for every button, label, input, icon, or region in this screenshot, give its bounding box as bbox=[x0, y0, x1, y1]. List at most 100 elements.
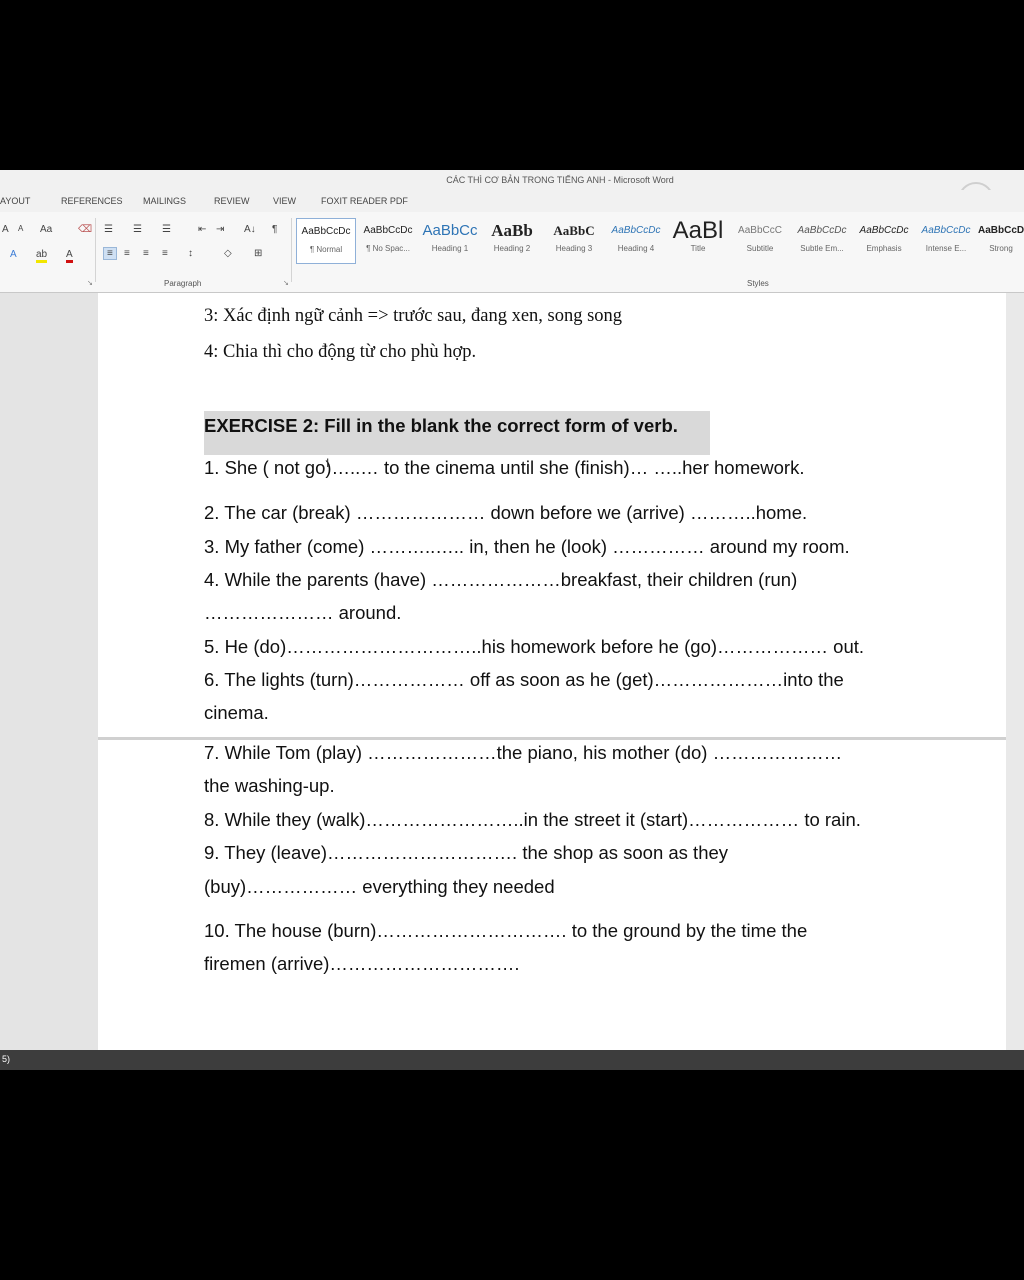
font-color-button[interactable]: A bbox=[66, 249, 73, 263]
tab-foxit-reader-pdf[interactable]: FOXIT READER PDF bbox=[321, 196, 408, 206]
tab-references[interactable]: REFERENCES bbox=[61, 196, 123, 206]
style-intense-emphasis[interactable]: AaBbCcDc Intense E... bbox=[916, 218, 976, 264]
exercise-heading-text: EXERCISE 2: Fill in the blank the correc… bbox=[204, 415, 678, 436]
paragraph-dialog-launcher-icon[interactable]: ↘ bbox=[283, 279, 289, 287]
grow-font-button[interactable]: A bbox=[2, 224, 9, 235]
style-name: Heading 3 bbox=[555, 244, 593, 253]
style-sample: AaBl bbox=[672, 218, 724, 244]
style-sample: AaBbCcC bbox=[738, 225, 782, 236]
status-text: 5) bbox=[2, 1054, 11, 1064]
question-3: 3. My father (come) ………..….. in, then he… bbox=[204, 536, 850, 557]
highlight-color-button[interactable]: ab bbox=[36, 249, 48, 263]
ribbon: A A Aa ⌫ A ab A ↘ ☰ ☰ ☰ ⇤ ⇥ A↓ ¶ ≡ ≡ ≡ ≡… bbox=[0, 212, 1024, 293]
style-heading-4[interactable]: AaBbCcDc Heading 4 bbox=[606, 218, 666, 264]
style-name: Intense E... bbox=[925, 244, 967, 253]
style-sample: AaBbCcDc bbox=[921, 225, 971, 236]
font-dialog-launcher-icon[interactable]: ↘ bbox=[87, 279, 93, 287]
style-sample: AaBbCcDc bbox=[611, 225, 661, 236]
paragraph-group-label: Paragraph bbox=[164, 279, 202, 288]
align-right-button[interactable]: ≡ bbox=[143, 248, 149, 259]
page[interactable]: 3: Xác định ngữ cảnh => trước sau, đang … bbox=[98, 293, 1006, 737]
window-title: CÁC THÌ CƠ BẢN TRONG TIẾNG ANH - Microso… bbox=[446, 175, 674, 185]
question-9-continued: (buy)……………… everything they needed bbox=[204, 876, 555, 897]
align-center-button[interactable]: ≡ bbox=[124, 248, 130, 259]
style-name: Subtle Em... bbox=[800, 244, 844, 253]
tab-view[interactable]: VIEW bbox=[273, 196, 296, 206]
style-sample: AaBb bbox=[491, 221, 533, 240]
style-sample: AaBbCcDc bbox=[797, 225, 847, 236]
sort-button[interactable]: A↓ bbox=[244, 224, 256, 235]
question-4-continued: ………………… around. bbox=[204, 602, 402, 623]
style-sample: AaBbCcDc bbox=[363, 225, 413, 236]
style-name: Emphasis bbox=[866, 244, 902, 253]
question-5: 5. He (do)…………………………..his homework befor… bbox=[204, 636, 865, 657]
style-name: ¶ No Spac... bbox=[366, 244, 410, 253]
question-7-continued: the washing-up. bbox=[204, 775, 335, 796]
style-name: ¶ Normal bbox=[309, 245, 343, 254]
shading-button[interactable]: ◇ bbox=[224, 248, 232, 259]
style-no-spacing[interactable]: AaBbCcDc ¶ No Spac... bbox=[358, 218, 418, 264]
line-spacing-button[interactable]: ↕ bbox=[188, 248, 193, 259]
text-effects-button[interactable]: A bbox=[10, 249, 17, 260]
word-window: CÁC THÌ CƠ BẢN TRONG TIẾNG ANH - Microso… bbox=[0, 170, 1024, 1070]
ribbon-tabs: AYOUT REFERENCES MAILINGS REVIEW VIEW FO… bbox=[0, 190, 1024, 212]
clear-formatting-icon[interactable]: ⌫ bbox=[78, 224, 92, 235]
style-strong[interactable]: AaBbCcD Strong bbox=[978, 218, 1024, 264]
style-title[interactable]: AaBl Title bbox=[668, 218, 728, 264]
group-divider bbox=[95, 218, 96, 282]
style-subtle-emphasis[interactable]: AaBbCcDc Subtle Em... bbox=[792, 218, 852, 264]
increase-indent-button[interactable]: ⇥ bbox=[216, 224, 224, 235]
bullets-button[interactable]: ☰ bbox=[104, 224, 113, 235]
question-8: 8. While they (walk)……………………..in the str… bbox=[204, 809, 861, 830]
style-name: Strong bbox=[989, 244, 1013, 253]
decrease-indent-button[interactable]: ⇤ bbox=[198, 224, 206, 235]
multilevel-list-button[interactable]: ☰ bbox=[162, 224, 171, 235]
text-cursor-icon: I bbox=[326, 456, 330, 470]
question-4: 4. While the parents (have) …………………break… bbox=[204, 569, 798, 590]
question-10-continued: firemen (arrive)…………………………. bbox=[204, 953, 520, 974]
vertical-scrollbar[interactable] bbox=[1006, 293, 1024, 1050]
borders-button[interactable]: ⊞ bbox=[254, 248, 262, 259]
shrink-font-button[interactable]: A bbox=[18, 224, 23, 233]
step-4-text: 4: Chia thì cho động từ cho phù hợp. bbox=[204, 342, 477, 362]
question-2: 2. The car (break) ………………… down before w… bbox=[204, 502, 808, 523]
tab-mailings[interactable]: MAILINGS bbox=[143, 196, 186, 206]
style-heading-3[interactable]: AaBbC Heading 3 bbox=[544, 218, 604, 264]
question-6-continued: cinema. bbox=[204, 702, 269, 723]
styles-group-label: Styles bbox=[747, 279, 769, 288]
page[interactable]: 7. While Tom (play) …………………the piano, hi… bbox=[98, 740, 1006, 1050]
tab-layout[interactable]: AYOUT bbox=[0, 196, 30, 206]
style-sample: AaBbCcD bbox=[978, 225, 1024, 236]
style-sample: AaBbCcDc bbox=[301, 226, 351, 237]
question-7: 7. While Tom (play) …………………the piano, hi… bbox=[204, 742, 843, 763]
question-6: 6. The lights (turn)……………… off as soon a… bbox=[204, 669, 844, 690]
group-divider bbox=[291, 218, 292, 282]
style-heading-2[interactable]: AaBb Heading 2 bbox=[482, 218, 542, 264]
style-name: Title bbox=[690, 244, 706, 253]
justify-button[interactable]: ≡ bbox=[162, 248, 168, 259]
tab-review[interactable]: REVIEW bbox=[214, 196, 250, 206]
change-case-button[interactable]: Aa bbox=[40, 224, 52, 235]
question-1: 1. She ( not go)…..… to the cinema until… bbox=[204, 457, 805, 478]
style-sample: AaBbCcDc bbox=[859, 225, 909, 236]
step-3-text: 3: Xác định ngữ cảnh => trước sau, đang … bbox=[204, 306, 623, 326]
style-name: Heading 4 bbox=[617, 244, 655, 253]
align-left-button[interactable]: ≡ bbox=[103, 247, 117, 260]
style-name: Heading 2 bbox=[493, 244, 531, 253]
exercise-heading: EXERCISE 2: Fill in the blank the correc… bbox=[204, 411, 710, 455]
style-sample: AaBbC bbox=[553, 223, 595, 238]
question-10: 10. The house (burn)…………………………. to the g… bbox=[204, 920, 808, 941]
style-normal[interactable]: AaBbCcDc ¶ Normal bbox=[296, 218, 356, 264]
numbering-button[interactable]: ☰ bbox=[133, 224, 142, 235]
style-name: Heading 1 bbox=[431, 244, 469, 253]
document-area: 3: Xác định ngữ cảnh => trước sau, đang … bbox=[0, 293, 1024, 1050]
question-9: 9. They (leave)…………………………. the shop as s… bbox=[204, 842, 729, 863]
style-subtitle[interactable]: AaBbCcC Subtitle bbox=[730, 218, 790, 264]
status-bar: 5) bbox=[0, 1050, 1024, 1070]
show-marks-button[interactable]: ¶ bbox=[272, 224, 277, 235]
title-bar: CÁC THÌ CƠ BẢN TRONG TIẾNG ANH - Microso… bbox=[0, 170, 1024, 190]
style-emphasis[interactable]: AaBbCcDc Emphasis bbox=[854, 218, 914, 264]
style-heading-1[interactable]: AaBbCc Heading 1 bbox=[420, 218, 480, 264]
style-sample: AaBbCc bbox=[422, 222, 478, 239]
style-name: Subtitle bbox=[746, 244, 774, 253]
